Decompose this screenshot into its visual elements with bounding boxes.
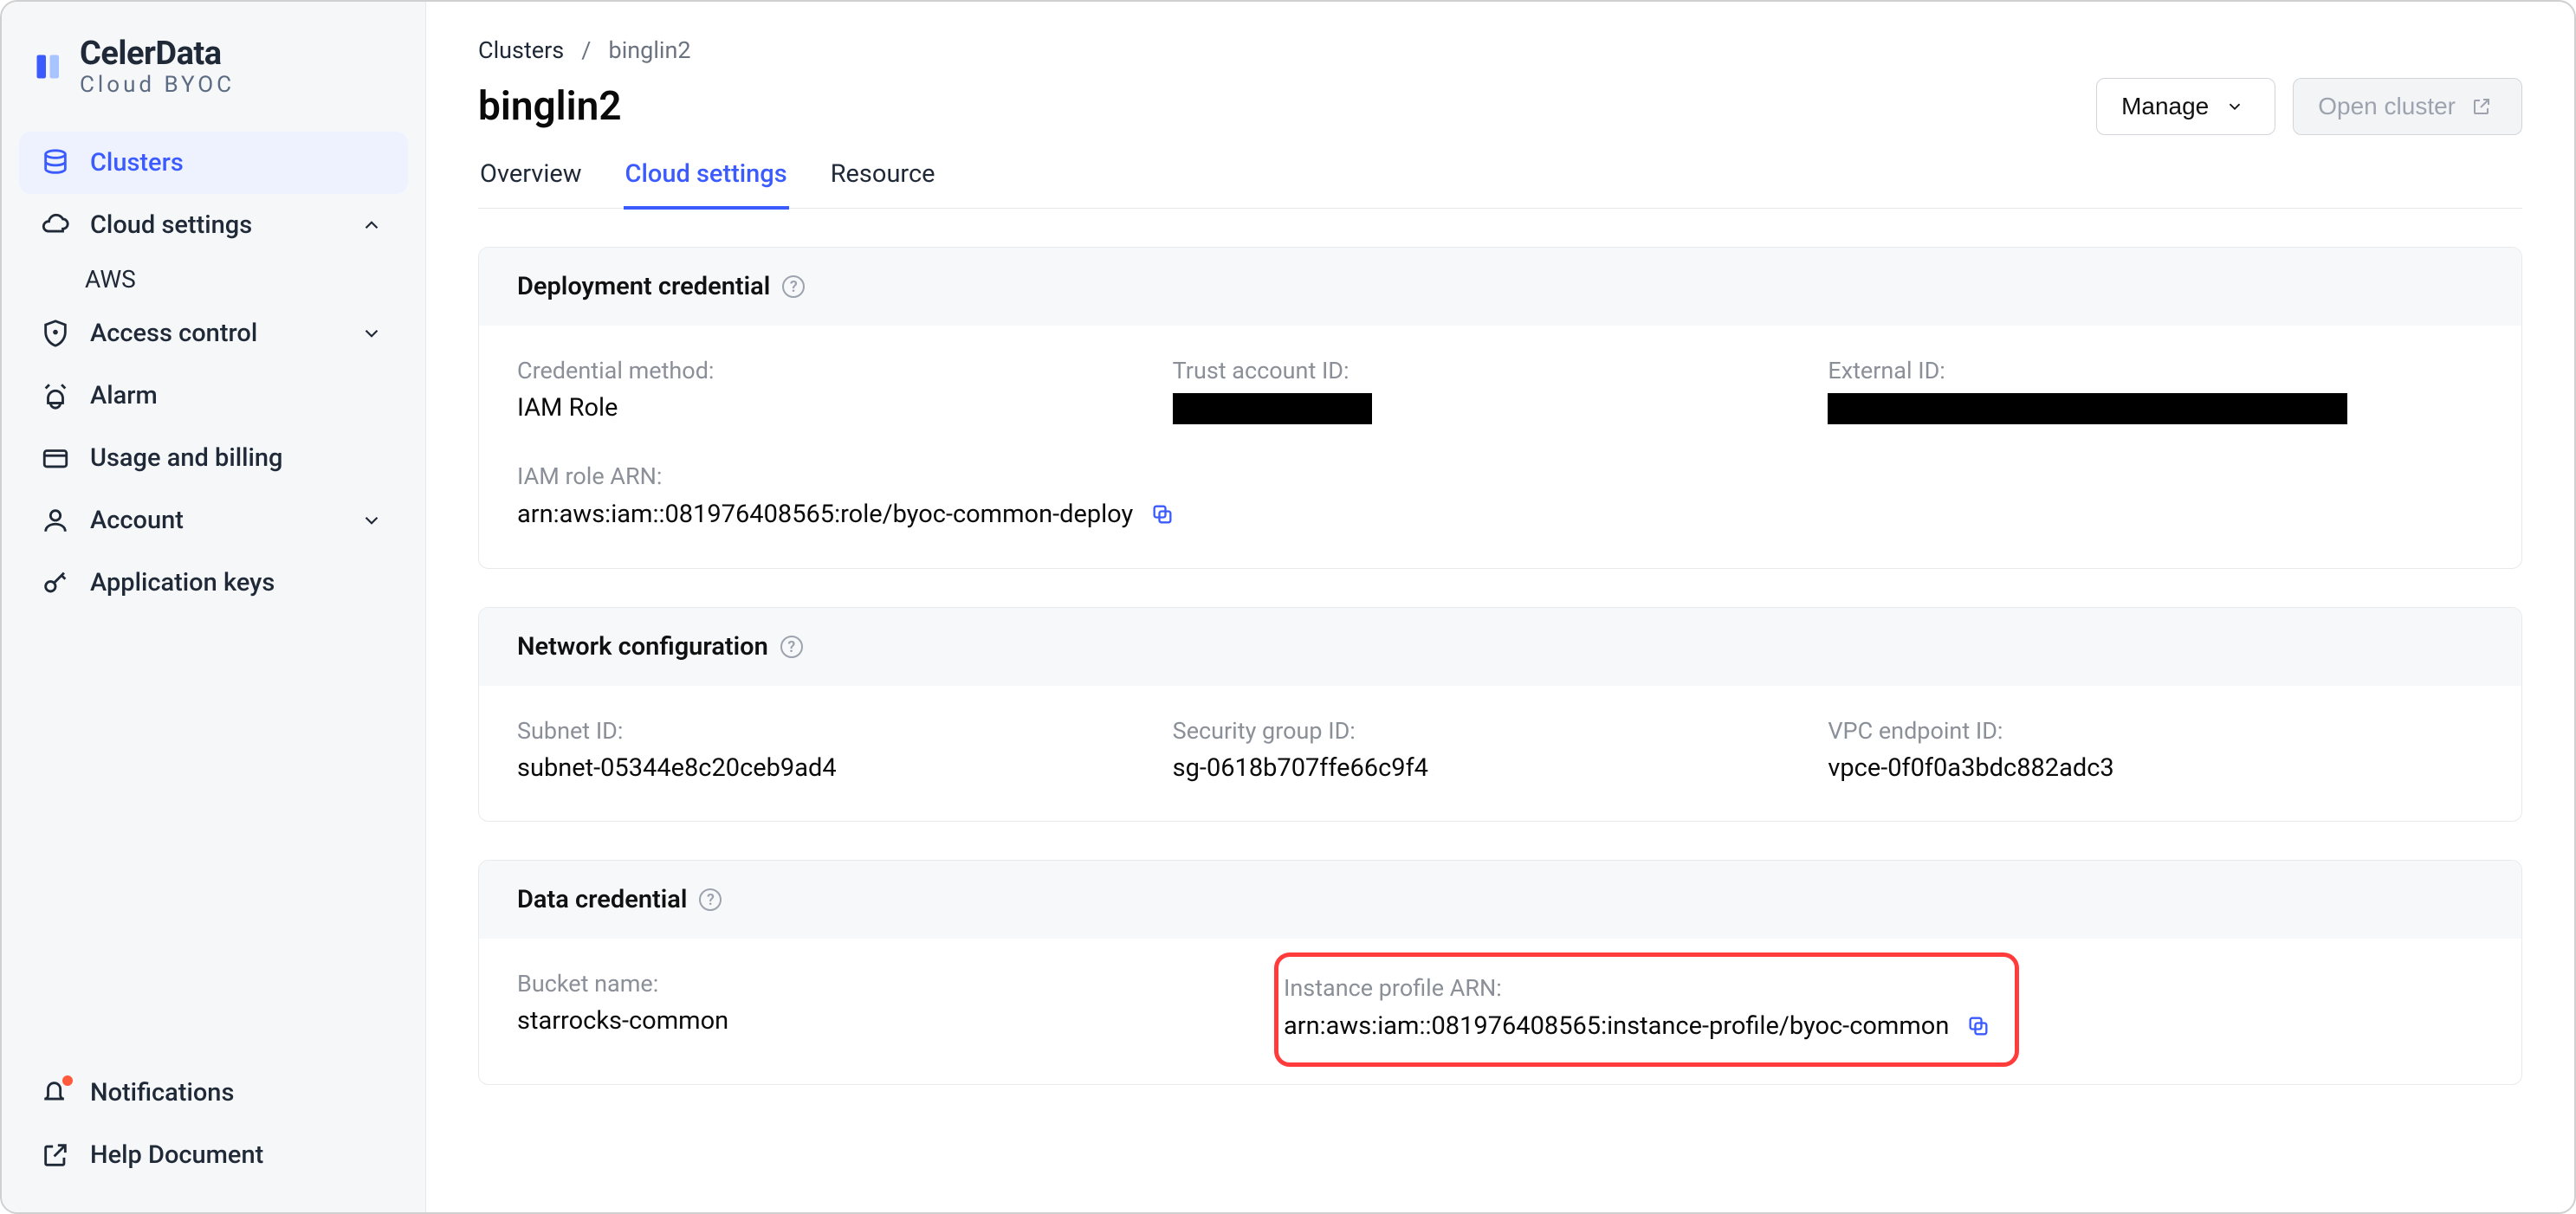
card-title: Deployment credential [517, 272, 770, 301]
sidebar-item-label: Application keys [90, 568, 275, 597]
key-icon [40, 567, 71, 598]
brand-name: CelerData [80, 36, 235, 73]
breadcrumb: Clusters / binglin2 [478, 36, 2522, 64]
subnet-id-label: Subnet ID: [517, 717, 1147, 745]
page-title: binglin2 [478, 83, 622, 130]
sidebar-item-help-document[interactable]: Help Document [19, 1124, 408, 1186]
sidebar-item-account[interactable]: Account [19, 489, 408, 552]
shield-icon [40, 318, 71, 349]
vpc-endpoint-id-label: VPC endpoint ID: [1828, 717, 2457, 745]
sidebar-item-label: AWS [85, 265, 136, 294]
credential-method-value: IAM Role [517, 393, 1147, 423]
chevron-down-icon [2219, 91, 2250, 122]
sidebar-item-label: Clusters [90, 148, 184, 178]
sidebar-item-application-keys[interactable]: Application keys [19, 552, 408, 614]
sidebar-item-notifications[interactable]: Notifications [19, 1062, 408, 1124]
trust-account-id-label: Trust account ID: [1173, 357, 1803, 384]
open-cluster-button[interactable]: Open cluster [2293, 78, 2522, 135]
iam-role-arn-label: IAM role ARN: [517, 462, 2483, 490]
breadcrumb-sep: / [581, 36, 591, 64]
card-title: Data credential [517, 885, 687, 914]
nav: Clusters Cloud settings AWS Access contr… [19, 132, 408, 1062]
copy-icon[interactable] [1147, 499, 1178, 530]
sidebar-item-usage-billing[interactable]: Usage and billing [19, 427, 408, 489]
main-content: Clusters / binglin2 binglin2 Manage Open… [426, 2, 2574, 1212]
sidebar-item-cloud-settings[interactable]: Cloud settings [19, 194, 408, 256]
notification-dot-icon [62, 1075, 73, 1086]
sidebar-item-clusters[interactable]: Clusters [19, 132, 408, 194]
external-id-value [1828, 393, 2347, 424]
bucket-name-value: starrocks-common [517, 1006, 1253, 1036]
sidebar-item-label: Account [90, 506, 184, 535]
chevron-down-icon [356, 318, 387, 349]
breadcrumb-current: binglin2 [609, 36, 691, 64]
card-network-configuration: Network configuration ? Subnet ID: subne… [478, 607, 2522, 822]
sidebar-item-label: Usage and billing [90, 443, 282, 473]
logo[interactable]: CelerData Cloud BYOC [19, 36, 408, 97]
sidebar-item-alarm[interactable]: Alarm [19, 365, 408, 427]
logo-icon [33, 51, 64, 82]
sidebar-item-label: Notifications [90, 1078, 234, 1107]
chevron-down-icon [356, 505, 387, 536]
open-cluster-label: Open cluster [2318, 93, 2456, 120]
breadcrumb-root[interactable]: Clusters [478, 36, 564, 64]
manage-button[interactable]: Manage [2096, 78, 2275, 135]
sidebar: CelerData Cloud BYOC Clusters Cloud sett… [2, 2, 426, 1212]
security-group-id-label: Security group ID: [1173, 717, 1803, 745]
security-group-id-value: sg-0618b707ffe66c9f4 [1173, 753, 1803, 783]
external-id-label: External ID: [1828, 357, 2457, 384]
trust-account-id-value [1173, 393, 1372, 424]
user-icon [40, 505, 71, 536]
card-data-credential: Data credential ? Bucket name: starrocks… [478, 860, 2522, 1085]
manage-label: Manage [2121, 93, 2209, 120]
external-link-icon [2466, 91, 2497, 122]
chevron-up-icon [356, 210, 387, 241]
copy-icon[interactable] [1963, 1011, 1994, 1042]
help-icon[interactable]: ? [780, 636, 803, 658]
vpc-endpoint-id-value: vpce-0f0f0a3bdc882adc3 [1828, 753, 2457, 783]
sidebar-item-access-control[interactable]: Access control [19, 302, 408, 365]
credential-method-label: Credential method: [517, 357, 1147, 384]
brand-sub: Cloud BYOC [80, 73, 235, 98]
help-icon[interactable]: ? [782, 275, 805, 298]
instance-profile-arn-label: Instance profile ARN: [1284, 974, 1994, 1002]
instance-profile-highlight: Instance profile ARN: arn:aws:iam::08197… [1274, 952, 2019, 1067]
sidebar-item-label: Alarm [90, 381, 158, 410]
external-link-icon [40, 1140, 71, 1171]
iam-role-arn-value: arn:aws:iam::081976408565:role/byoc-comm… [517, 500, 1133, 529]
tab-resource[interactable]: Resource [829, 151, 937, 208]
sidebar-item-aws[interactable]: AWS [19, 256, 408, 302]
tabs: Overview Cloud settings Resource [478, 151, 2522, 209]
bucket-name-label: Bucket name: [517, 970, 1253, 998]
instance-profile-arn-value: arn:aws:iam::081976408565:instance-profi… [1284, 1011, 1949, 1041]
sidebar-item-label: Help Document [90, 1140, 263, 1170]
sidebar-item-label: Cloud settings [90, 210, 252, 240]
help-icon[interactable]: ? [699, 888, 722, 911]
card-deployment-credential: Deployment credential ? Credential metho… [478, 247, 2522, 569]
cloud-icon [40, 210, 71, 241]
alarm-icon [40, 380, 71, 411]
database-icon [40, 147, 71, 178]
subnet-id-value: subnet-05344e8c20ceb9ad4 [517, 753, 1147, 783]
card-icon [40, 442, 71, 474]
sidebar-item-label: Access control [90, 319, 257, 348]
tab-cloud-settings[interactable]: Cloud settings [624, 151, 789, 210]
tab-overview[interactable]: Overview [478, 151, 584, 208]
card-title: Network configuration [517, 632, 768, 662]
